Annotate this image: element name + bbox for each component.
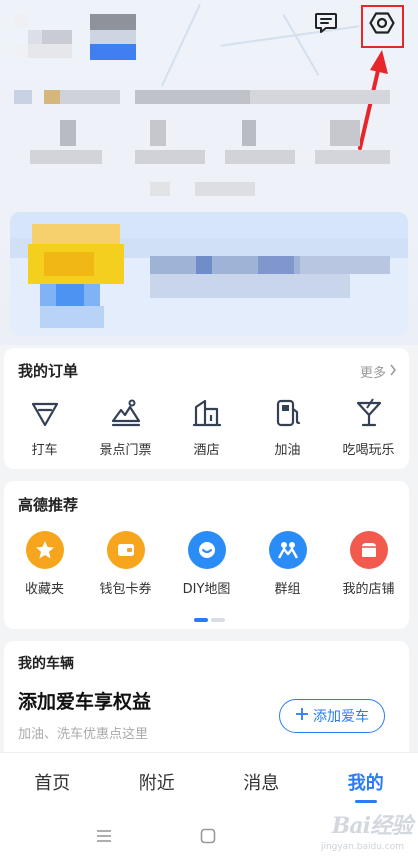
orders-title: 我的订单 — [18, 362, 79, 380]
message-button[interactable] — [308, 7, 344, 43]
recommend-item-label: 收藏夹 — [24, 582, 64, 597]
tab-home[interactable]: 首页 — [0, 753, 105, 810]
vehicle-headline: 添加爱车享权益 — [18, 691, 152, 713]
recommend-item-label: DIY地图 — [182, 582, 231, 597]
recommend-item-diy-map[interactable]: DIY地图 — [166, 531, 247, 597]
bottom-tab-bar: 首页 附近 消息 我的 — [0, 752, 418, 810]
order-item-scenic-ticket[interactable]: 景点门票 — [85, 396, 166, 458]
order-item-taxi[interactable]: 打车 — [4, 396, 85, 458]
scenic-ticket-icon — [109, 396, 143, 430]
add-car-label: 添加爱车 — [313, 709, 369, 725]
diy-map-icon — [187, 531, 226, 569]
recommend-item-label: 我的店铺 — [342, 582, 395, 597]
order-item-label: 吃喝玩乐 — [342, 443, 395, 458]
recommend-card: 高德推荐 收藏夹 钱包卡券 DIY地图 群组 我的店铺 — [4, 481, 409, 629]
tab-messages[interactable]: 消息 — [209, 753, 314, 810]
vehicle-title: 我的车辆 — [18, 656, 74, 672]
menu-icon[interactable] — [96, 828, 112, 847]
profile-header — [0, 0, 418, 345]
more-label: 更多 — [359, 366, 386, 381]
active-tab-indicator — [354, 800, 377, 803]
order-item-label: 酒店 — [193, 443, 220, 458]
watermark-url: jingyan.baidu.com — [320, 842, 404, 852]
vip-card[interactable] — [10, 212, 408, 336]
chat-icon — [313, 10, 339, 40]
recommend-item-shop[interactable]: 我的店铺 — [328, 531, 409, 597]
order-item-entertainment[interactable]: 吃喝玩乐 — [328, 396, 409, 458]
chevron-right-icon — [389, 364, 397, 380]
vehicle-subtitle: 加油、洗车优惠点这里 — [18, 727, 149, 742]
order-item-label: 打车 — [31, 443, 58, 458]
recommend-title: 高德推荐 — [18, 496, 79, 514]
tab-label: 消息 — [243, 772, 280, 794]
recommend-item-label: 群组 — [274, 582, 301, 597]
tab-mine[interactable]: 我的 — [314, 753, 418, 810]
wallet-icon — [106, 531, 145, 569]
order-item-label: 景点门票 — [99, 443, 152, 458]
orders-card: 我的订单 更多 打车 景点门票 酒店 加油 吃喝玩乐 — [4, 348, 409, 469]
tab-label: 附近 — [138, 772, 175, 794]
order-item-label: 加油 — [274, 443, 301, 458]
tab-label: 首页 — [34, 772, 71, 794]
profile-page: 我的订单 更多 打车 景点门票 酒店 加油 吃喝玩乐 高德推荐 收藏夹 钱包卡券… — [0, 0, 418, 859]
tab-nearby[interactable]: 附近 — [105, 753, 210, 810]
home-square-icon[interactable] — [200, 828, 216, 848]
order-item-hotel[interactable]: 酒店 — [166, 396, 247, 458]
pager-dot — [211, 618, 225, 622]
cocktail-icon — [352, 396, 386, 430]
orders-more-link[interactable]: 更多 — [360, 362, 397, 381]
star-icon — [25, 531, 64, 569]
recommend-item-group[interactable]: 群组 — [247, 531, 328, 597]
shop-icon — [349, 531, 388, 569]
group-icon — [268, 531, 307, 569]
add-car-button[interactable]: 添加爱车 — [279, 699, 385, 733]
tab-label: 我的 — [347, 772, 384, 794]
pager-dot-active — [194, 618, 208, 622]
order-item-fuel[interactable]: 加油 — [247, 396, 328, 458]
settings-highlight-box — [361, 5, 404, 48]
watermark-logo: Bai经验 — [331, 813, 413, 839]
recommend-item-wallet[interactable]: 钱包卡券 — [85, 531, 166, 597]
fuel-icon — [271, 396, 305, 430]
taxi-icon — [28, 396, 62, 430]
recommend-pager — [194, 618, 228, 622]
plus-icon — [295, 707, 309, 725]
recommend-item-label: 钱包卡券 — [99, 582, 152, 597]
hotel-icon — [190, 396, 224, 430]
recommend-item-favorites[interactable]: 收藏夹 — [4, 531, 85, 597]
